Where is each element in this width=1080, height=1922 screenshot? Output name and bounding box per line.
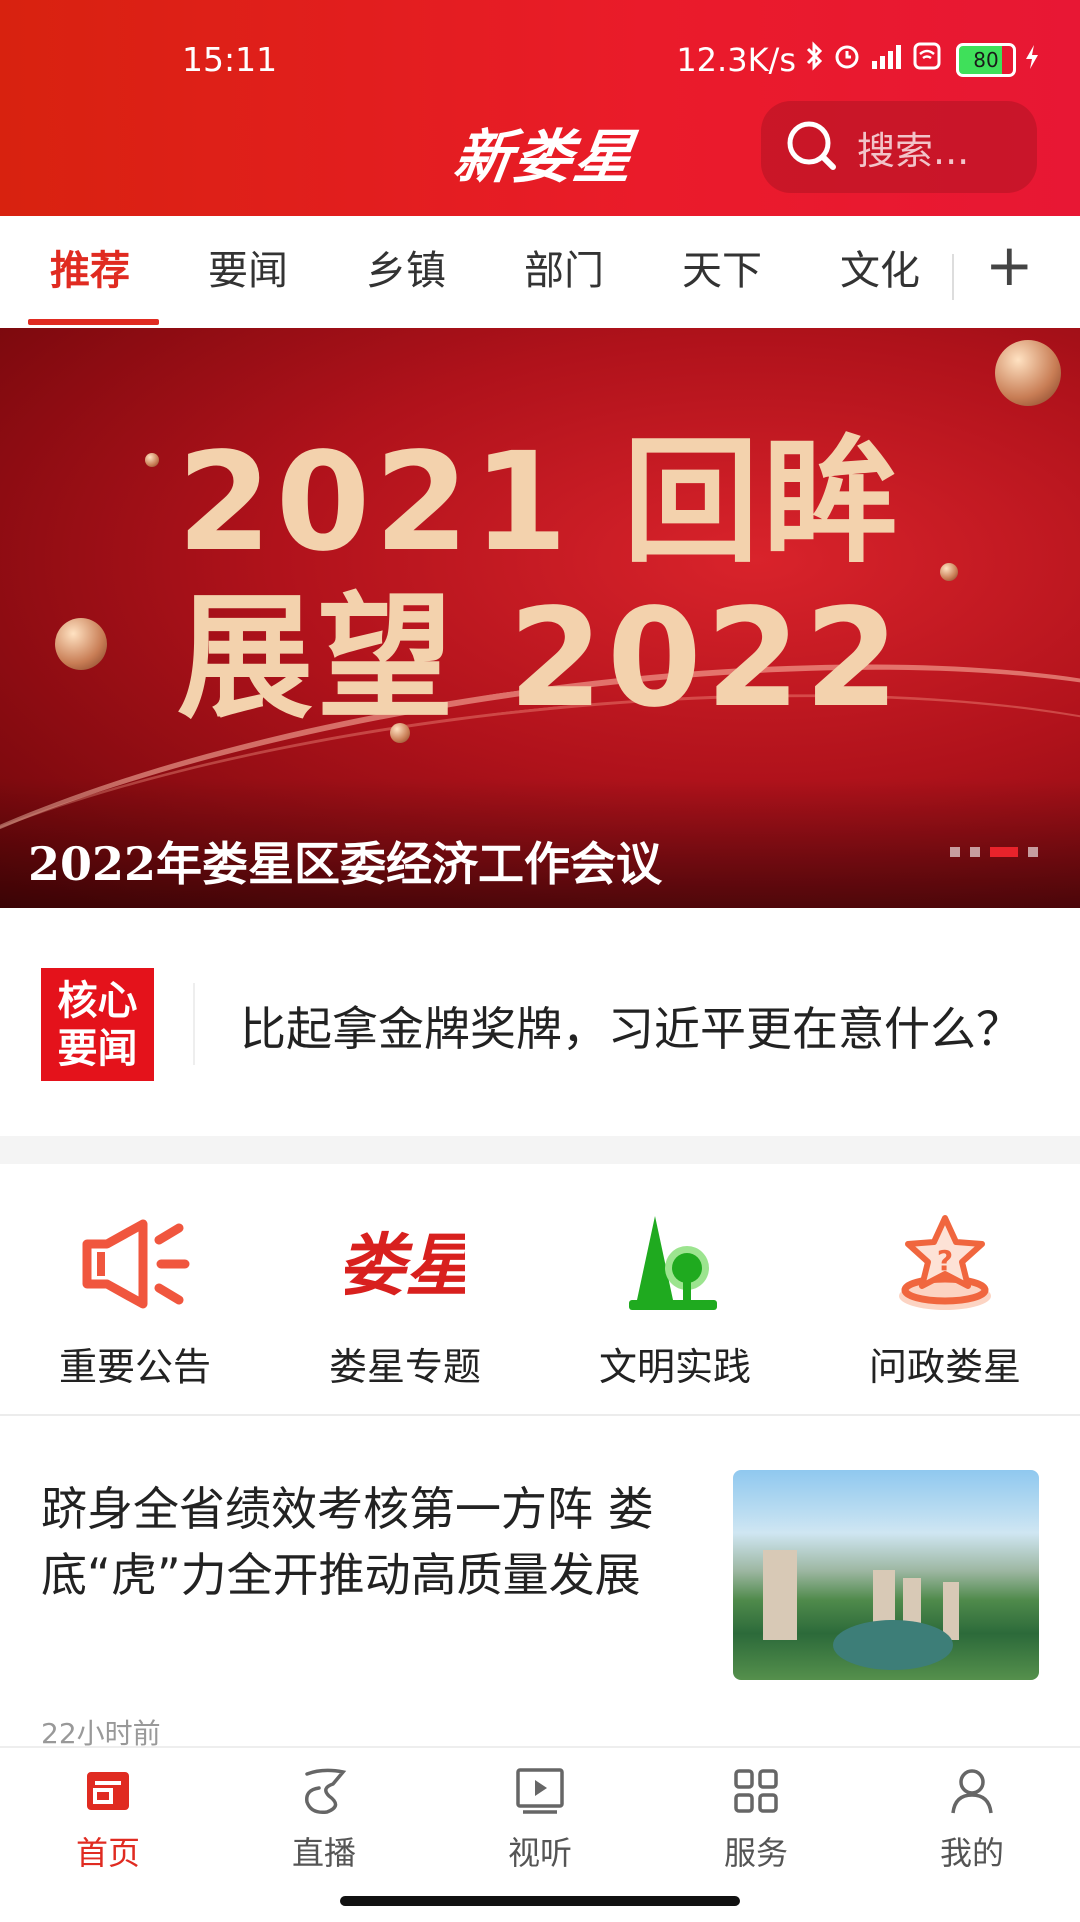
- carousel-dot: [970, 847, 980, 857]
- category-tabs: 推荐 要闻 乡镇 部门 天下 文化 +: [0, 216, 1080, 328]
- tab-recommend[interactable]: 推荐: [50, 238, 130, 296]
- search-box[interactable]: 搜索...: [761, 101, 1037, 193]
- news-thumbnail[interactable]: [733, 1470, 1039, 1680]
- user-icon: [864, 1760, 1080, 1822]
- core-badge-line1: 核心: [57, 977, 138, 1024]
- home-icon: [0, 1760, 216, 1822]
- nav-live[interactable]: 直播: [216, 1760, 432, 1874]
- news-list-item[interactable]: 跻身全省绩效考核第一方阵 娄底“虎”力全开推动高质量发展 22小时前: [0, 1416, 1080, 1750]
- nav-home[interactable]: 首页: [0, 1760, 216, 1874]
- search-placeholder: 搜索...: [857, 128, 970, 173]
- alarm-icon: [832, 41, 862, 79]
- tab-departments[interactable]: 部门: [524, 238, 604, 296]
- carousel-dots: [950, 847, 1038, 857]
- nav-label: 首页: [75, 1834, 140, 1872]
- video-icon: [432, 1760, 648, 1822]
- app-header: 15:11 12.3K/s 80 新娄星 搜索...: [0, 0, 1080, 216]
- tree-icon: [540, 1204, 810, 1324]
- tab-divider: [952, 254, 954, 300]
- carousel-dot: [950, 847, 960, 857]
- grid-icon: [648, 1760, 864, 1822]
- thumbnail-building: [943, 1582, 959, 1640]
- svg-text:娄星: 娄星: [345, 1226, 465, 1306]
- quick-link-inquiry[interactable]: ? 问政娄星: [810, 1204, 1080, 1391]
- quick-link-topics[interactable]: 娄星 娄星专题: [270, 1204, 540, 1391]
- nav-label: 视听: [507, 1834, 572, 1872]
- quick-link-label: 娄星专题: [328, 1345, 481, 1389]
- news-title[interactable]: 跻身全省绩效考核第一方阵 娄底“虎”力全开推动高质量发展: [41, 1476, 681, 1608]
- question-star-icon: ?: [810, 1204, 1080, 1324]
- wifi-icon: [912, 41, 942, 79]
- app-logo: 新娄星: [449, 123, 640, 191]
- core-news-row[interactable]: 核心 要闻 比起拿金牌奖牌，习近平更在意什么？: [0, 908, 1080, 1136]
- quick-link-label: 问政娄星: [868, 1345, 1021, 1389]
- svg-text:?: ?: [937, 1244, 953, 1277]
- battery-indicator: 80: [956, 43, 1016, 77]
- quick-link-label: 文明实践: [598, 1345, 751, 1389]
- carousel-dot: [1028, 847, 1038, 857]
- nav-label: 直播: [291, 1834, 356, 1872]
- thumbnail-building: [763, 1550, 797, 1640]
- thumbnail-lake: [833, 1620, 953, 1670]
- tab-towns[interactable]: 乡镇: [366, 238, 446, 296]
- network-speed: 12.3K/s: [676, 41, 796, 79]
- nav-label: 我的: [939, 1834, 1004, 1872]
- nav-video[interactable]: 视听: [432, 1760, 648, 1874]
- megaphone-icon: [0, 1204, 270, 1324]
- core-news-headline[interactable]: 比起拿金牌奖牌，习近平更在意什么？: [240, 993, 1022, 1059]
- status-icons: 12.3K/s 80: [676, 38, 1040, 82]
- quick-links: 重要公告 娄星 娄星专题 文明实践 ? 问政娄星: [0, 1164, 1080, 1414]
- section-gap: [0, 1136, 1080, 1164]
- core-badge-line2: 要闻: [57, 1025, 138, 1072]
- banner-headline-2: 展望 2022: [177, 580, 903, 738]
- carousel-dot-active: [990, 847, 1018, 857]
- live-icon: [216, 1760, 432, 1822]
- status-time: 15:11: [182, 40, 278, 79]
- search-icon: [761, 117, 839, 177]
- tab-culture[interactable]: 文化: [840, 238, 920, 296]
- add-channel-button[interactable]: +: [985, 236, 1034, 294]
- quick-link-label: 重要公告: [58, 1345, 211, 1389]
- banner-carousel[interactable]: 2021 回眸 展望 2022 2022年娄星区委经济工作会议: [0, 328, 1080, 908]
- home-indicator[interactable]: [340, 1896, 740, 1906]
- core-news-badge: 核心 要闻: [41, 968, 154, 1081]
- tab-world[interactable]: 天下: [682, 238, 762, 296]
- banner-caption: 2022年娄星区委经济工作会议: [28, 837, 663, 891]
- signal-icon: [870, 41, 904, 79]
- core-divider: [193, 983, 195, 1065]
- quick-link-announcements[interactable]: 重要公告: [0, 1204, 270, 1391]
- tab-headlines[interactable]: 要闻: [208, 238, 288, 296]
- louxing-logo-icon: 娄星: [270, 1204, 540, 1324]
- nav-services[interactable]: 服务: [648, 1760, 864, 1874]
- charging-icon: [1024, 41, 1040, 79]
- nav-profile[interactable]: 我的: [864, 1760, 1080, 1874]
- bluetooth-icon: [804, 41, 824, 79]
- nav-label: 服务: [723, 1834, 788, 1872]
- active-tab-indicator: [28, 319, 159, 325]
- quick-link-civilization[interactable]: 文明实践: [540, 1204, 810, 1391]
